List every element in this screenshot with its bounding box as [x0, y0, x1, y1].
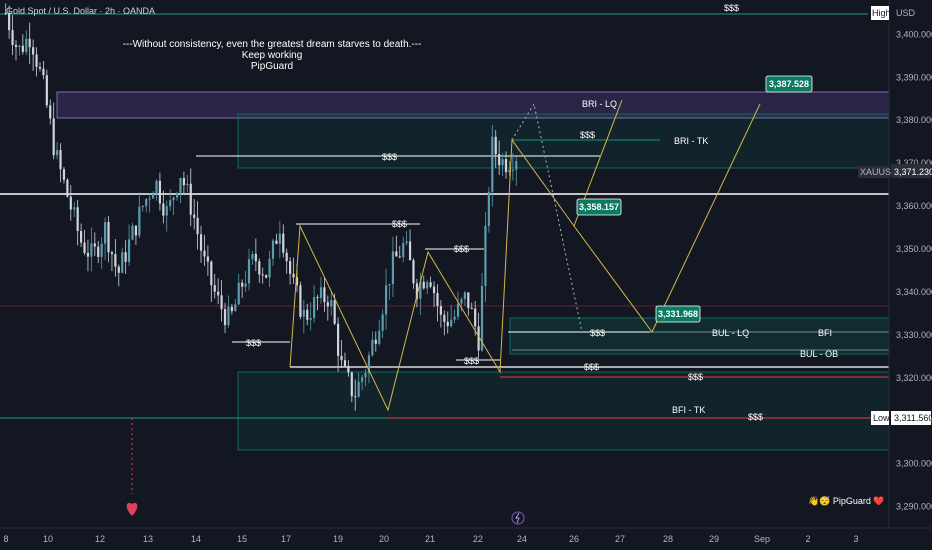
chart-title: Gold Spot / U.S. Dollar · 2h · OANDA	[6, 6, 155, 16]
liq-label-5: $$$	[246, 338, 261, 348]
target-badge-1: 3,387.528	[765, 75, 813, 93]
x-tick-label: 29	[709, 534, 719, 544]
x-tick-label: 8	[3, 534, 8, 544]
xauusd-price-value: 3,371.230	[894, 167, 932, 177]
y-tick-label: 3,290.000	[896, 502, 932, 512]
bri-tk-zone	[237, 113, 890, 169]
currency-label: USD	[896, 8, 916, 18]
liq-label-3: $$$	[454, 244, 469, 254]
target-badge-2-text: 3,358.157	[579, 202, 619, 212]
y-tick-label: 3,350.000	[896, 244, 932, 254]
liq-label-9: $$$	[748, 412, 763, 422]
pipguard-watermark: 👋😴 PipGuard ❤️	[808, 495, 885, 507]
x-tick-label: 10	[43, 534, 53, 544]
liq-label-2: $$$	[392, 219, 407, 229]
bul-ob-label: BUL - OB	[800, 349, 838, 359]
y-tick-label: 3,390.000	[896, 72, 932, 82]
liq-label-1: $$$	[382, 152, 397, 162]
x-tick-label: 22	[473, 534, 483, 544]
x-tick-label: 15	[237, 534, 247, 544]
bul-lq-label: BUL - LQ	[712, 328, 749, 338]
y-tick-label: 3,330.000	[896, 330, 932, 340]
y-tick-label: 3,360.000	[896, 201, 932, 211]
x-tick-label: Sep	[754, 534, 770, 544]
candle	[299, 281, 302, 320]
x-tick-label: 21	[425, 534, 435, 544]
y-tick-label: 3,400.000	[896, 29, 932, 39]
quote-line-1: ---Without consistency, even the greates…	[123, 39, 422, 50]
candle	[66, 178, 69, 198]
liq-label-bri: $$$	[580, 130, 595, 140]
bri-tk-label: BRI - TK	[674, 136, 708, 146]
target-badge-2: 3,358.157	[576, 198, 622, 216]
y-tick-label: 3,380.000	[896, 115, 932, 125]
target-badge-3: 3,331.968	[655, 305, 701, 323]
x-tick-label: 14	[191, 534, 201, 544]
x-tick-label: 20	[379, 534, 389, 544]
quote-line-3: PipGuard	[251, 61, 293, 72]
y-tick-label: 3,340.000	[896, 287, 932, 297]
price-chart[interactable]: Gold Spot / U.S. Dollar · 2h · OANDA ---…	[0, 0, 932, 550]
x-tick-label: 2	[805, 534, 810, 544]
x-tick-label: 27	[615, 534, 625, 544]
x-tick-label: 13	[143, 534, 153, 544]
y-tick-label: 3,300.000	[896, 459, 932, 469]
x-tick-label: 26	[569, 534, 579, 544]
x-tick-label: 24	[517, 534, 527, 544]
bri-lq-label: BRI - LQ	[582, 99, 617, 109]
target-badge-3-text: 3,331.968	[658, 309, 698, 319]
bfi-tk-zone	[237, 371, 890, 451]
liq-label-4: $$$	[590, 328, 605, 338]
x-tick-label: 17	[281, 534, 291, 544]
liq-label-7: $$$	[584, 362, 599, 372]
y-tick-label: 3,320.000	[896, 373, 932, 383]
x-tick-label: 28	[663, 534, 673, 544]
candle	[45, 69, 48, 109]
liq-label-high: $$$	[724, 3, 739, 13]
low-price-value: 3,311.560	[894, 413, 932, 423]
x-tick-label: 19	[333, 534, 343, 544]
chart-root: Gold Spot / U.S. Dollar · 2h · OANDA ---…	[0, 0, 932, 550]
low-tag-label: Low	[873, 413, 890, 423]
bfi-tk-label: BFI - TK	[672, 405, 705, 415]
high-tag-label: High	[872, 8, 891, 18]
x-tick-label: 3	[853, 534, 858, 544]
liq-label-6: $$$	[464, 356, 479, 366]
target-badge-1-text: 3,387.528	[769, 79, 809, 89]
x-tick-label: 12	[95, 534, 105, 544]
bfi-label: BFI	[818, 328, 832, 338]
candle	[487, 186, 490, 233]
quote-line-2: Keep working	[242, 50, 303, 61]
liq-label-8: $$$	[688, 372, 703, 382]
